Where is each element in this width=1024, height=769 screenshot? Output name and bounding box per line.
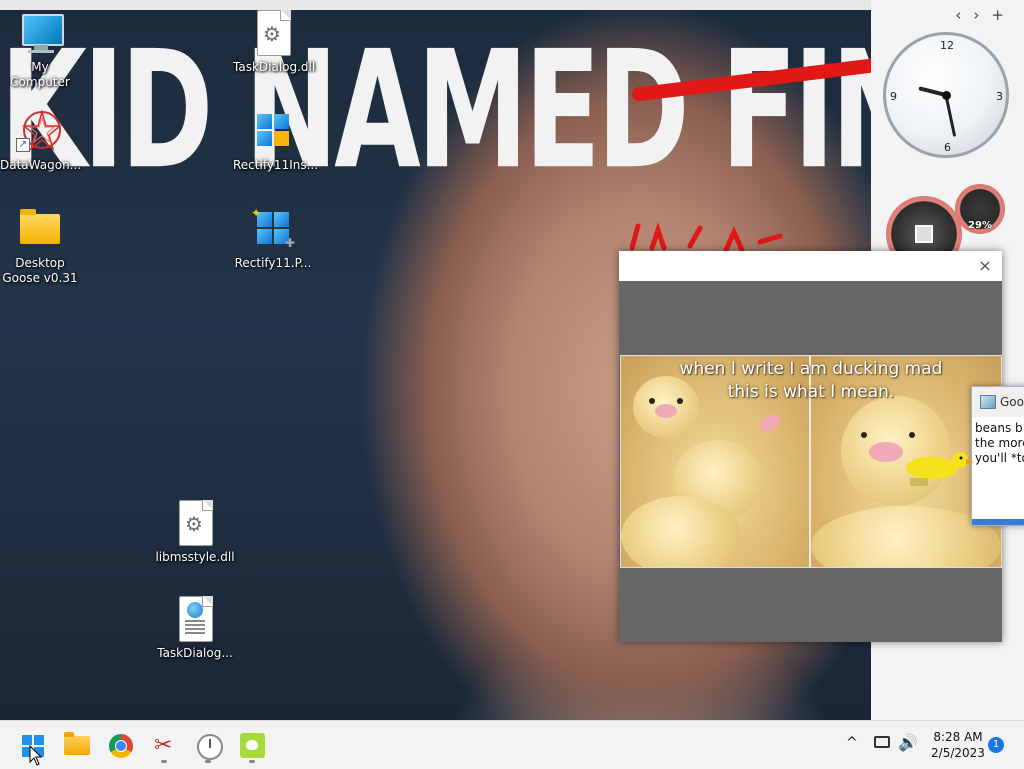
- sidebar-prev-button[interactable]: ‹: [955, 6, 973, 24]
- goose-icon: [240, 733, 265, 758]
- desktop-icon-libmsstyle-dll[interactable]: ⚙ libmsstyle.dll: [155, 500, 235, 565]
- clock-icon: [197, 734, 223, 760]
- wallpaper-caption: KID NAMED FINGER: [0, 16, 871, 206]
- sidebar-add-button[interactable]: +: [991, 6, 1016, 24]
- viewer-title-bar[interactable]: ×: [619, 251, 1002, 281]
- desktop-icon-label: Rectify11Ins...: [233, 158, 319, 172]
- desktop-icon-label: TaskDialog...: [157, 646, 233, 660]
- duck-icon: [906, 452, 974, 486]
- wallpaper-top-strip: [0, 0, 871, 10]
- desktop-icon-label: Rectify11.P...: [234, 256, 312, 270]
- clock-center: [942, 91, 951, 100]
- desktop-icon-desktop-goose[interactable]: Desktop Goose v0.31: [0, 206, 80, 286]
- tray-time: 8:28 AM: [933, 730, 983, 744]
- taskbar-snipping-tool[interactable]: ✂: [144, 725, 184, 765]
- scissors-icon: ✂: [154, 733, 173, 758]
- image-viewer-window[interactable]: × when I write I am ducking mad this is …: [619, 251, 1002, 642]
- ram-meter-gadget[interactable]: 29%: [955, 184, 1005, 234]
- desktop-icon-label: libmsstyle.dll: [155, 550, 235, 564]
- tray-date: 2/5/2023: [931, 746, 985, 760]
- close-button[interactable]: ×: [974, 255, 996, 277]
- desktop-icon-taskdialog-dll[interactable]: ⚙ TaskDialog.dll: [233, 10, 316, 75]
- star-logo-icon: ↗: [16, 108, 64, 156]
- desktop-icon-label: My Computer: [10, 60, 70, 89]
- red-scribble: [630, 222, 783, 252]
- sidebar-next-button[interactable]: ›: [973, 6, 991, 24]
- note-bottom-bar: [972, 519, 1024, 525]
- note-title-bar[interactable]: Goo: [972, 387, 1024, 417]
- desktop-icon-label: Desktop Goose v0.31: [2, 256, 78, 285]
- shortcut-arrow-icon: ↗: [16, 138, 30, 152]
- desktop-icon-rectify11-installer[interactable]: Rectify11Ins...: [233, 108, 319, 173]
- volume-icon[interactable]: 🔊: [898, 733, 918, 752]
- desktop-icon-rectify11[interactable]: ✦ ✚ Rectify11.P...: [233, 206, 313, 271]
- notepad-icon: [980, 395, 996, 409]
- network-icon[interactable]: [874, 736, 890, 748]
- dll-file-icon: ⚙: [171, 500, 219, 548]
- clock-minute-hand: [944, 95, 957, 137]
- desktop-icon-label: DataWagon...: [0, 158, 82, 172]
- chevron-up-icon[interactable]: ^: [846, 735, 858, 751]
- running-indicator: [249, 760, 255, 763]
- folder-icon: [64, 732, 90, 755]
- goose-note-window[interactable]: Goo beans b the more you'll *to: [971, 386, 1024, 526]
- rectify-icon: ✦ ✚: [251, 206, 296, 250]
- desktop-icon-taskdialog-html[interactable]: TaskDialog...: [155, 596, 235, 661]
- html-document-icon: [171, 596, 219, 644]
- rectify-installer-icon: [249, 108, 297, 156]
- meter-percent: 29%: [968, 220, 992, 231]
- computer-icon: [16, 10, 64, 58]
- desktop-icon-datawagon[interactable]: ↗ DataWagon...: [0, 108, 82, 173]
- folder-icon: [16, 206, 64, 254]
- desktop-icon-my-computer[interactable]: My Computer: [0, 10, 80, 90]
- taskbar: ✂ ^ 🔊 8:28 AM 2/5/2023 1: [0, 720, 1024, 769]
- taskbar-file-explorer[interactable]: [56, 725, 96, 765]
- clock-number: 6: [944, 141, 951, 154]
- taskbar-chrome[interactable]: [100, 725, 140, 765]
- running-indicator: [205, 760, 211, 763]
- taskbar-desktop-goose[interactable]: [232, 725, 272, 765]
- note-title: Goo: [1000, 395, 1024, 409]
- dll-file-icon: ⚙: [249, 10, 297, 58]
- taskbar-clock-app[interactable]: [188, 725, 228, 765]
- note-text[interactable]: beans b the more you'll *to: [975, 421, 1024, 466]
- mouse-cursor-icon: [29, 745, 43, 766]
- stop-icon: [915, 225, 933, 243]
- clock-number: 9: [890, 90, 897, 103]
- sidebar-controls: ‹›+: [955, 6, 1016, 24]
- clock-gadget[interactable]: 12 3 6 9: [883, 32, 1009, 158]
- clock-number: 12: [940, 39, 954, 52]
- notification-badge[interactable]: 1: [988, 737, 1004, 753]
- chrome-icon: [109, 734, 133, 758]
- desktop-icon-label: TaskDialog.dll: [233, 60, 316, 74]
- clock-number: 3: [996, 90, 1003, 103]
- tray-clock[interactable]: 8:28 AM 2/5/2023: [930, 729, 986, 761]
- meme-caption: when I write I am ducking mad this is wh…: [679, 359, 943, 402]
- running-indicator: [161, 760, 167, 763]
